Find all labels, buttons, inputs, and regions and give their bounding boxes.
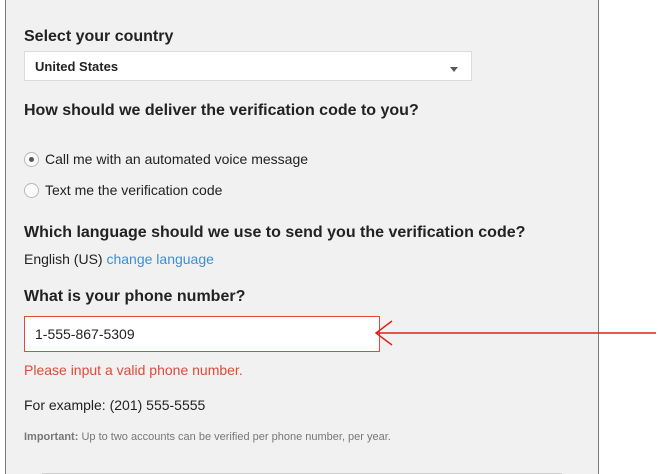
country-heading: Select your country bbox=[24, 28, 174, 45]
delivery-option-call[interactable]: Call me with an automated voice message bbox=[24, 149, 308, 169]
country-select[interactable]: United States bbox=[24, 51, 472, 81]
language-heading: Which language should we use to send you… bbox=[24, 224, 526, 241]
radio-button-checked[interactable] bbox=[24, 151, 39, 167]
delivery-option-call-label: Call me with an automated voice message bbox=[45, 151, 309, 167]
delivery-option-text-label: Text me the verification code bbox=[45, 182, 223, 198]
language-line: English (US) change language bbox=[24, 251, 214, 267]
phone-number-input[interactable] bbox=[24, 316, 380, 352]
radio-button-unchecked[interactable] bbox=[24, 182, 39, 198]
dropdown-arrow-icon bbox=[450, 67, 458, 72]
country-select-value: United States bbox=[35, 59, 119, 74]
phone-example: For example: (201) 555-5555 bbox=[24, 397, 206, 413]
phone-heading: What is your phone number? bbox=[24, 288, 246, 305]
change-language-link[interactable]: change language bbox=[106, 251, 213, 267]
important-note: Important: Up to two accounts can be ver… bbox=[24, 431, 391, 443]
verification-panel: Select your country United States How sh… bbox=[5, 0, 599, 474]
current-language: English (US) bbox=[24, 251, 103, 267]
phone-error-message: Please input a valid phone number. bbox=[24, 362, 243, 378]
red-annotation-arrow-icon bbox=[374, 320, 656, 346]
delivery-heading: How should we deliver the verification c… bbox=[24, 102, 419, 119]
important-note-prefix: Important: bbox=[24, 431, 79, 443]
important-note-text: Up to two accounts can be verified per p… bbox=[81, 431, 391, 443]
delivery-option-text[interactable]: Text me the verification code bbox=[24, 180, 222, 200]
